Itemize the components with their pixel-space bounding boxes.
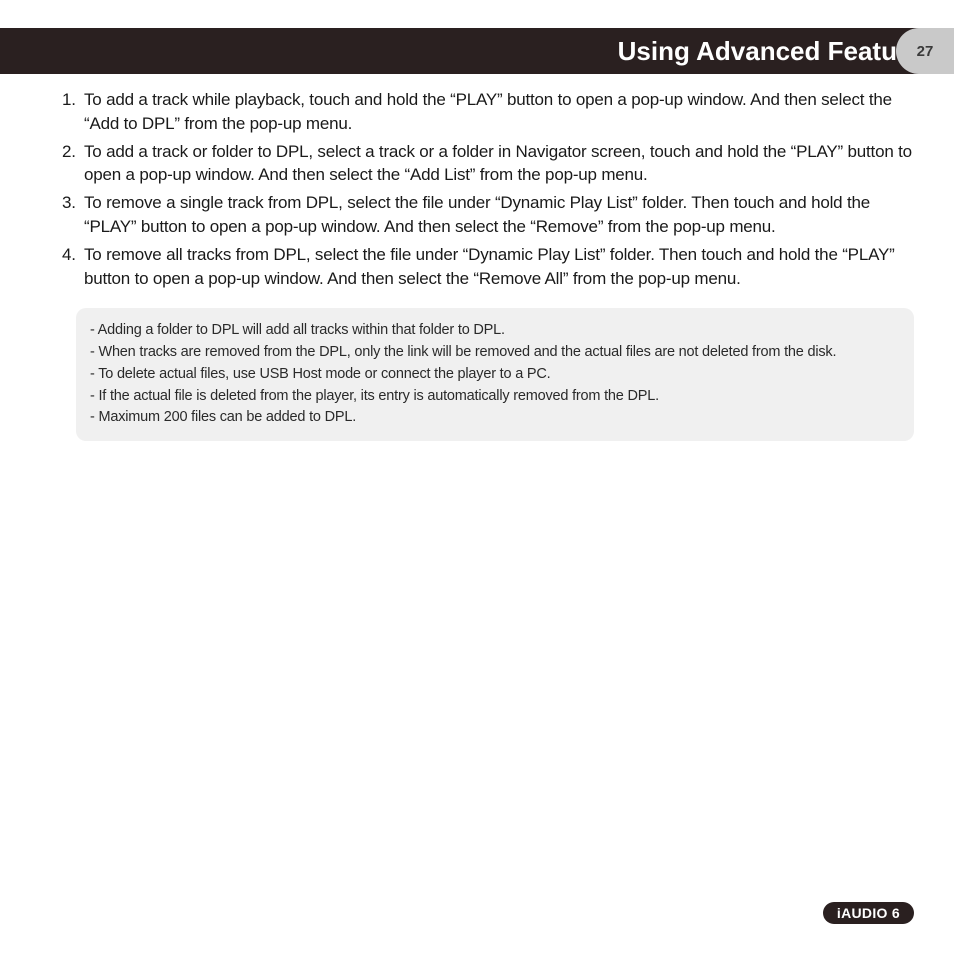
header-bar: Using Advanced Features xyxy=(0,28,954,74)
notes-box: - Adding a folder to DPL will add all tr… xyxy=(76,308,914,441)
note-line: - Adding a folder to DPL will add all tr… xyxy=(90,320,900,342)
page-number: 27 xyxy=(917,43,934,60)
product-badge: iAUDIO 6 xyxy=(823,902,914,924)
note-line: - Maximum 200 files can be added to DPL. xyxy=(90,407,900,429)
note-line: - When tracks are removed from the DPL, … xyxy=(90,342,900,364)
instruction-item: To add a track while playback, touch and… xyxy=(62,88,914,136)
instruction-item: To add a track or folder to DPL, select … xyxy=(62,140,914,188)
page-number-badge: 27 xyxy=(896,28,954,74)
section-title: Using Advanced Features xyxy=(618,36,936,67)
note-line: - To delete actual files, use USB Host m… xyxy=(90,364,900,386)
instruction-item: To remove a single track from DPL, selec… xyxy=(62,191,914,239)
note-line: - If the actual file is deleted from the… xyxy=(90,386,900,408)
content-area: To add a track while playback, touch and… xyxy=(62,88,914,441)
instruction-item: To remove all tracks from DPL, select th… xyxy=(62,243,914,291)
instruction-list: To add a track while playback, touch and… xyxy=(62,88,914,290)
